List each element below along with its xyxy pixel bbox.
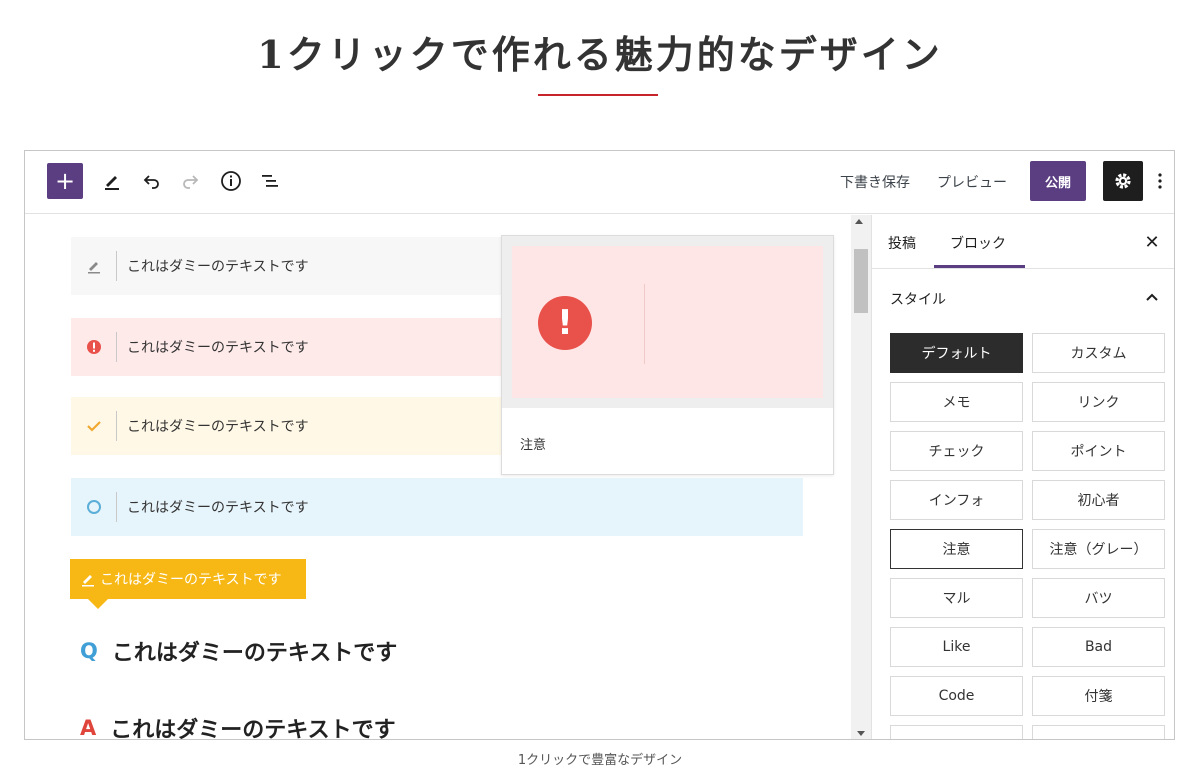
- style-option-partial[interactable]: [890, 725, 1023, 739]
- list-view-icon: [262, 175, 278, 187]
- box-divider: [116, 251, 117, 281]
- sidebar-tabs: 投稿 ブロック ✕: [872, 215, 1174, 269]
- question-mark: Q: [80, 639, 98, 663]
- style-option-bad[interactable]: Bad: [1032, 627, 1165, 667]
- vertical-ellipsis-icon: [1158, 173, 1162, 189]
- question-text: これはダミーのテキストです: [111, 641, 398, 666]
- exclamation-circle-icon: !: [538, 296, 592, 350]
- close-icon: ✕: [1144, 231, 1160, 253]
- style-option-code[interactable]: Code: [890, 676, 1023, 716]
- style-option-sticky[interactable]: 付箋: [1032, 676, 1165, 716]
- scrollbar-thumb[interactable]: [854, 249, 868, 313]
- editor-scrollbar[interactable]: [851, 215, 871, 739]
- active-tab-indicator: [934, 265, 1025, 268]
- style-option-caution-gray[interactable]: 注意（グレー）: [1032, 529, 1165, 569]
- circle-icon: [86, 500, 101, 514]
- memo-box-block[interactable]: これはダミーのテキストです: [71, 237, 525, 295]
- page-headline: 1クリックで作れる魅力的なデザイン: [257, 32, 943, 77]
- editor-toolbar: + 下書き保存 プレビュー 公開: [25, 151, 1174, 214]
- add-block-button[interactable]: +: [47, 163, 83, 199]
- info-box-block[interactable]: これはダミーのテキストです: [71, 478, 803, 536]
- preview-style-label: 注意: [520, 438, 547, 453]
- style-option-circle[interactable]: マル: [890, 578, 1023, 618]
- preview-button[interactable]: プレビュー: [937, 172, 1007, 192]
- plus-icon: +: [54, 167, 76, 195]
- pencil-icon: [82, 575, 94, 587]
- answer-text: これはダミーのテキストです: [110, 718, 396, 740]
- headline-divider: [538, 94, 658, 96]
- check-box-block[interactable]: これはダミーのテキストです: [71, 397, 525, 455]
- scroll-up-arrow-icon[interactable]: [855, 219, 863, 224]
- alert-box-block[interactable]: これはダミーのテキストです: [71, 318, 525, 376]
- exclamation-icon: [86, 340, 101, 354]
- pencil-icon: [87, 262, 100, 274]
- info-button[interactable]: [214, 164, 248, 198]
- box-divider: [116, 411, 117, 441]
- style-option-check[interactable]: チェック: [890, 431, 1023, 471]
- more-options-button[interactable]: [1153, 165, 1167, 197]
- box-divider: [116, 332, 117, 362]
- info-icon: [221, 171, 241, 191]
- label-box-pointer: [88, 599, 108, 609]
- answer-heading[interactable]: A これはダミーのテキストです: [80, 712, 396, 740]
- tab-post[interactable]: 投稿: [888, 233, 916, 253]
- list-view-button[interactable]: [254, 164, 288, 198]
- scroll-down-arrow-icon[interactable]: [857, 731, 865, 736]
- pencil-icon: [105, 176, 119, 190]
- label-box-text: これはダミーのテキストです: [100, 572, 282, 588]
- settings-sidebar: 投稿 ブロック ✕ スタイル デフォルト カスタム メモ リンク チェック ポイ…: [871, 215, 1174, 739]
- box-text: これはダミーのテキストです: [127, 340, 309, 356]
- answer-mark: A: [80, 716, 97, 740]
- style-option-memo[interactable]: メモ: [890, 382, 1023, 422]
- image-caption: 1クリックで豊富なデザイン: [517, 753, 683, 768]
- check-icon: [86, 421, 101, 432]
- question-heading[interactable]: Q これはダミーのテキストです: [80, 635, 397, 667]
- label-box-block[interactable]: これはダミーのテキストです: [70, 559, 306, 599]
- style-option-default[interactable]: デフォルト: [890, 333, 1023, 373]
- box-divider: [116, 492, 117, 522]
- gear-icon: [1115, 173, 1131, 189]
- style-option-info[interactable]: インフォ: [890, 480, 1023, 520]
- style-option-point[interactable]: ポイント: [1032, 431, 1165, 471]
- preview-divider: [644, 284, 645, 364]
- style-option-link[interactable]: リンク: [1032, 382, 1165, 422]
- style-option-partial[interactable]: [1032, 725, 1165, 739]
- settings-button[interactable]: [1103, 161, 1143, 201]
- styles-panel-title[interactable]: スタイル: [890, 289, 946, 309]
- box-text: これはダミーのテキストです: [127, 419, 309, 435]
- box-text: これはダミーのテキストです: [127, 500, 309, 516]
- box-text: これはダミーのテキストです: [127, 259, 309, 275]
- style-option-custom[interactable]: カスタム: [1032, 333, 1165, 373]
- redo-icon: [183, 175, 199, 189]
- tools-button[interactable]: [95, 164, 129, 198]
- save-draft-button[interactable]: 下書き保存: [840, 172, 910, 192]
- editor-window: + 下書き保存 プレビュー 公開 これはダミーのテキストです これはダミーのテキ…: [24, 150, 1175, 740]
- chevron-up-icon[interactable]: [1144, 291, 1160, 303]
- style-option-like[interactable]: Like: [890, 627, 1023, 667]
- style-option-beginner[interactable]: 初心者: [1032, 480, 1165, 520]
- tab-block[interactable]: ブロック: [950, 233, 1006, 253]
- undo-button[interactable]: [135, 164, 169, 198]
- publish-button[interactable]: 公開: [1030, 161, 1086, 201]
- style-option-cross[interactable]: バツ: [1032, 578, 1165, 618]
- preview-canvas: !: [502, 236, 833, 408]
- style-option-caution[interactable]: 注意: [890, 529, 1023, 569]
- editor-canvas: これはダミーのテキストです これはダミーのテキストです これはダミーのテキストで…: [25, 215, 855, 740]
- redo-button[interactable]: [173, 164, 207, 198]
- preview-box: !: [512, 246, 823, 398]
- close-sidebar-button[interactable]: ✕: [1142, 230, 1162, 254]
- undo-icon: [143, 175, 159, 189]
- style-preview-popup: ! 注意: [501, 235, 834, 475]
